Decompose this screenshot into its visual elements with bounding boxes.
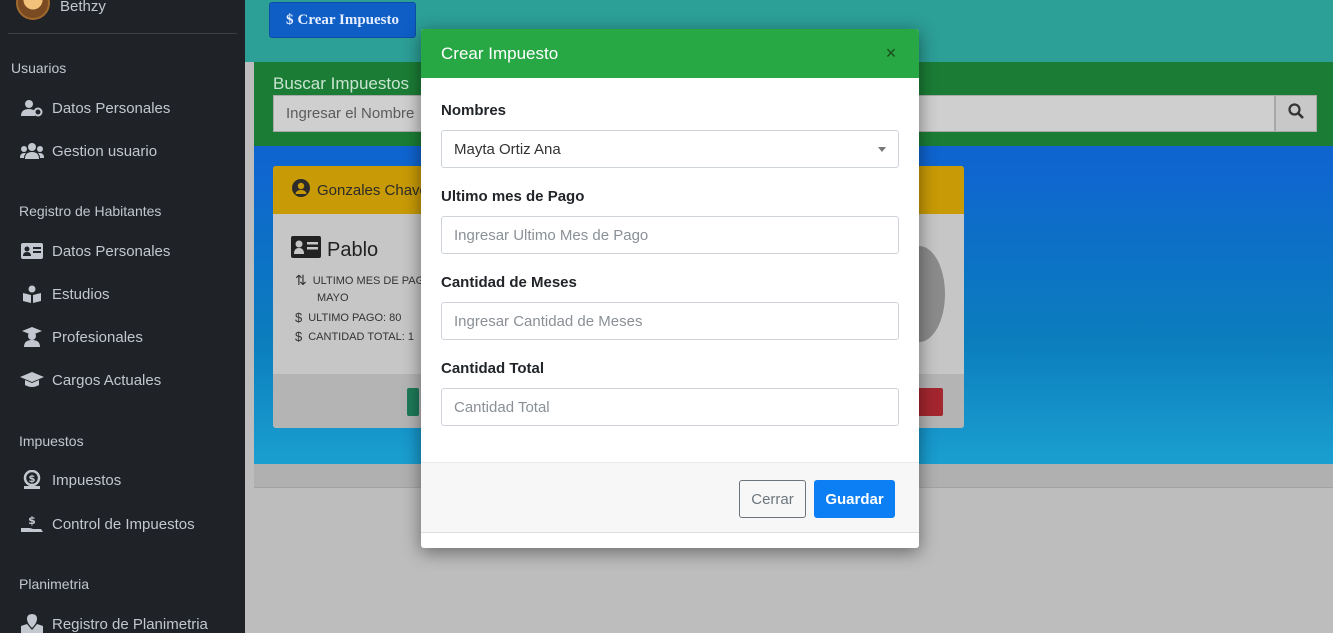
close-icon[interactable]: × bbox=[883, 43, 899, 64]
dollar-icon: $ bbox=[295, 329, 303, 344]
guardar-button[interactable]: Guardar bbox=[814, 480, 895, 518]
user-cog-icon bbox=[20, 98, 44, 118]
cantidad-meses-label: Cantidad de Meses bbox=[441, 274, 577, 291]
sidebar-item-label: Cargos Actuales bbox=[52, 371, 162, 389]
section-header-registro: Registro de Habitantes bbox=[19, 203, 162, 219]
card-ultimo-mes-value: MAYO bbox=[317, 292, 349, 304]
coins-icon: $ bbox=[20, 470, 44, 490]
sidebar: Bethzy Usuarios Datos Personales Gestion… bbox=[0, 0, 245, 633]
cantidad-total-placeholder: Cantidad Total bbox=[454, 398, 550, 416]
dollar-icon: $ bbox=[285, 11, 294, 28]
section-header-impuestos: Impuestos bbox=[19, 433, 84, 449]
avatar bbox=[16, 0, 50, 20]
card-cantidad-total: $ CANTIDAD TOTAL: 1 bbox=[295, 329, 414, 344]
ultimo-mes-label: Ultimo mes de Pago bbox=[441, 188, 585, 205]
svg-text:$: $ bbox=[29, 474, 36, 485]
section-header-usuarios: Usuarios bbox=[11, 60, 67, 76]
divider bbox=[8, 33, 237, 34]
book-reader-icon bbox=[20, 284, 44, 304]
card-ultimo-pago: $ ULTIMO PAGO: 80 bbox=[295, 310, 401, 325]
sidebar-item-control-impuestos[interactable]: $ Control de Impuestos bbox=[20, 514, 195, 534]
id-card-icon bbox=[291, 236, 321, 264]
user-circle-icon bbox=[291, 178, 311, 202]
map-marked-icon bbox=[20, 614, 44, 633]
crear-impuesto-button[interactable]: $ Crear Impuesto bbox=[269, 2, 416, 38]
cerrar-button[interactable]: Cerrar bbox=[739, 480, 806, 518]
search-placeholder: Ingresar el Nombre bbox=[286, 105, 415, 122]
search-title: Buscar Impuestos bbox=[273, 74, 410, 93]
cantidad-meses-input[interactable]: Ingresar Cantidad de Meses bbox=[441, 302, 899, 340]
sidebar-item-profesionales[interactable]: Profesionales bbox=[20, 327, 143, 347]
hand-holding-usd-icon: $ bbox=[20, 514, 44, 534]
sidebar-item-label: Profesionales bbox=[52, 328, 143, 346]
sort-icon: ⇅ bbox=[295, 272, 307, 288]
card-ultimo-mes-label: ULTIMO MES DE PAG bbox=[312, 274, 425, 287]
user-graduate-icon bbox=[20, 327, 44, 347]
sidebar-item-estudios[interactable]: Estudios bbox=[20, 284, 110, 304]
nombres-select[interactable]: Mayta Ortiz Ana bbox=[441, 130, 899, 168]
cantidad-total-label: Cantidad Total bbox=[441, 360, 545, 377]
search-button[interactable] bbox=[1275, 95, 1317, 132]
nombres-selected-value: Mayta Ortiz Ana bbox=[454, 140, 561, 158]
modal-header: Crear Impuesto × bbox=[421, 29, 919, 78]
sidebar-item-label: Registro de Planimetria bbox=[52, 615, 208, 633]
user-name: Bethzy bbox=[60, 0, 106, 15]
modal-footer: Cerrar Guardar bbox=[421, 462, 919, 533]
cantidad-meses-placeholder: Ingresar Cantidad de Meses bbox=[454, 312, 643, 330]
sidebar-item-label: Control de Impuestos bbox=[52, 515, 195, 533]
nombres-label: Nombres bbox=[441, 102, 507, 119]
sidebar-item-datos-personales[interactable]: Datos Personales bbox=[20, 241, 170, 261]
delete-button[interactable] bbox=[917, 388, 943, 416]
crear-impuesto-modal: Crear Impuesto × Nombres Mayta Ortiz Ana… bbox=[421, 29, 919, 548]
chevron-down-icon bbox=[878, 147, 886, 152]
id-card-icon bbox=[20, 241, 44, 261]
card-name: Pablo bbox=[291, 236, 378, 264]
card-header-name: Gonzales Chave bbox=[317, 181, 428, 199]
sidebar-item-datos-personales-usuario[interactable]: Datos Personales bbox=[20, 98, 170, 118]
card-ultimo-pago-text: ULTIMO PAGO: 80 bbox=[308, 311, 402, 324]
sidebar-item-label: Impuestos bbox=[52, 471, 122, 489]
users-icon bbox=[20, 141, 44, 161]
card-ultimo-mes: ⇅ ULTIMO MES DE PAG bbox=[295, 272, 424, 289]
sidebar-item-label: Datos Personales bbox=[52, 99, 171, 117]
user-panel[interactable]: Bethzy bbox=[16, 0, 106, 20]
sidebar-item-label: Gestion usuario bbox=[52, 142, 158, 160]
graduation-cap-icon bbox=[20, 370, 44, 390]
section-header-planimetria: Planimetria bbox=[19, 576, 90, 592]
edit-button[interactable] bbox=[407, 388, 419, 416]
search-icon bbox=[1288, 103, 1304, 124]
sidebar-item-cargos-actuales[interactable]: Cargos Actuales bbox=[20, 370, 161, 390]
ultimo-mes-input[interactable]: Ingresar Ultimo Mes de Pago bbox=[441, 216, 899, 254]
hand-holding-usd-icon: $ bbox=[295, 310, 303, 325]
sidebar-item-gestion-usuario[interactable]: Gestion usuario bbox=[20, 141, 157, 161]
sidebar-item-registro-planimetria[interactable]: Registro de Planimetria bbox=[20, 614, 208, 633]
card-person-name: Pablo bbox=[327, 238, 379, 261]
crear-impuesto-label: Crear Impuesto bbox=[297, 11, 400, 28]
cantidad-total-input[interactable]: Cantidad Total bbox=[441, 388, 899, 426]
card-cantidad-total-text: CANTIDAD TOTAL: 1 bbox=[308, 330, 414, 343]
sidebar-item-label: Estudios bbox=[52, 285, 110, 303]
ultimo-mes-placeholder: Ingresar Ultimo Mes de Pago bbox=[454, 226, 649, 244]
modal-title: Crear Impuesto bbox=[441, 43, 559, 63]
svg-text:$: $ bbox=[28, 514, 36, 527]
sidebar-item-impuestos[interactable]: $ Impuestos bbox=[20, 470, 121, 490]
sidebar-item-label: Datos Personales bbox=[52, 242, 171, 260]
